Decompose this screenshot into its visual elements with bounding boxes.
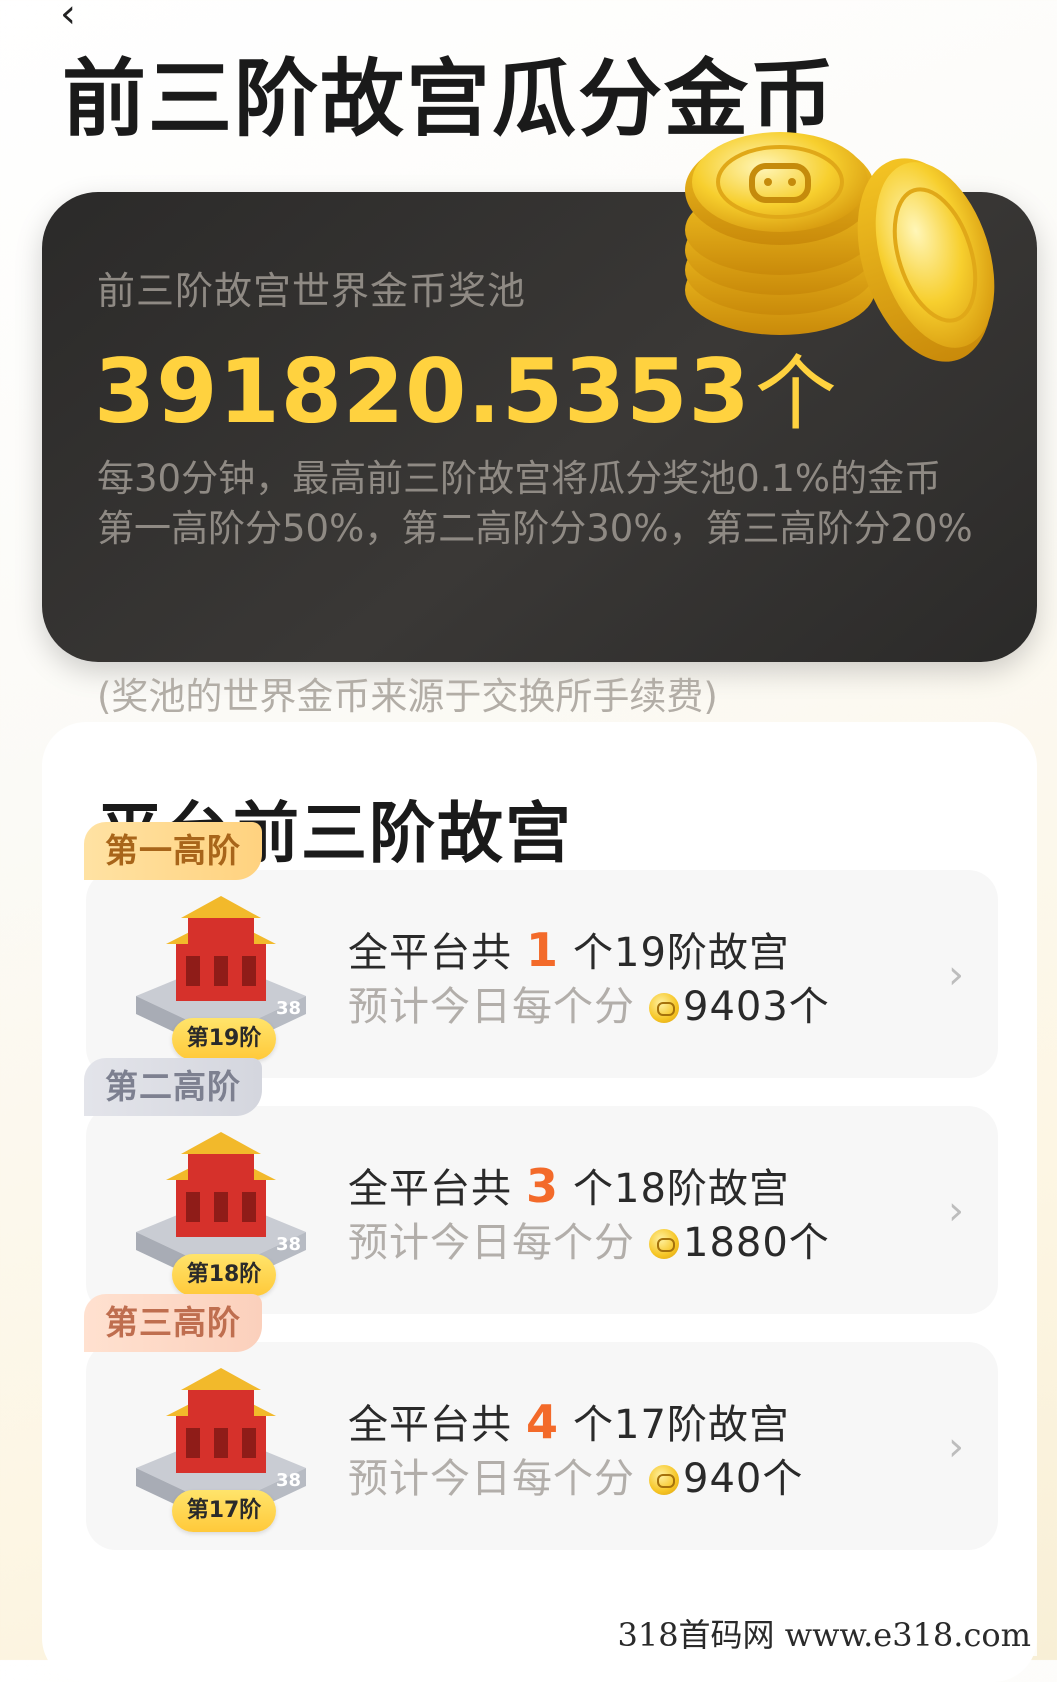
pool-desc-line1: 每30分钟，最高前三阶故宫将瓜分奖池0.1%的金币: [97, 457, 942, 500]
svg-text:38: 38: [276, 1234, 301, 1255]
rank-count: 4: [526, 1395, 560, 1449]
rank-tag: 第一高阶: [84, 822, 262, 880]
rank-summary: 全平台共 3 个18阶故宫: [348, 1156, 790, 1214]
pool-note: (奖池的世界金币来源于交换所手续费): [97, 675, 718, 718]
estimate-amount: 9403个: [683, 984, 830, 1030]
rank-estimate: 预计今日每个分 9403个: [348, 974, 830, 1032]
coin-icon: [649, 993, 679, 1023]
svg-text:38: 38: [276, 1470, 301, 1491]
svg-text:38: 38: [276, 998, 301, 1019]
estimate-label: 预计今日每个分: [348, 1220, 635, 1266]
level-badge: 第19阶: [172, 1018, 276, 1060]
estimate-amount: 1880个: [683, 1220, 830, 1266]
level-badge: 第17阶: [172, 1490, 276, 1532]
estimate-label: 预计今日每个分: [348, 984, 635, 1030]
estimate-amount: 940个: [683, 1456, 804, 1502]
rank-card-third[interactable]: 第三高阶 38 第17阶 全平台共 4 个17阶故宫 预计今日每个分 940个 ›: [84, 1294, 998, 1550]
chevron-right-icon: ›: [948, 1424, 964, 1470]
coin-stack-icon: [685, 132, 995, 362]
chevron-right-icon: ›: [948, 1188, 964, 1234]
rank-estimate: 预计今日每个分 1880个: [348, 1210, 830, 1268]
rank-summary: 全平台共 4 个17阶故宫: [348, 1392, 790, 1450]
pool-desc-line2: 第一高阶分50%，第二高阶分30%，第三高阶分20%: [97, 507, 973, 550]
rank-prefix: 全平台共: [348, 1402, 512, 1448]
rank-prefix: 全平台共: [348, 930, 512, 976]
rank-card-first[interactable]: 第一高阶 38 第19阶 全平台共 1 个19阶故宫 预计今日每个分 9403个 ›: [84, 822, 998, 1078]
rank-count: 3: [526, 1159, 560, 1213]
level-badge: 第18阶: [172, 1254, 276, 1296]
pool-description: 每30分钟，最高前三阶故宫将瓜分奖池0.1%的金币 第一高阶分50%，第二高阶分…: [97, 454, 977, 554]
rank-suffix: 个19阶故宫: [573, 930, 790, 976]
coin-icon: [649, 1229, 679, 1259]
chevron-right-icon: ›: [948, 952, 964, 998]
watermark: 318首码网 www.e318.com: [611, 1610, 1037, 1656]
rank-tag: 第三高阶: [84, 1294, 262, 1352]
rank-card-second[interactable]: 第二高阶 38 第18阶 全平台共 3 个18阶故宫 预计今日每个分 1880个 ›: [84, 1058, 998, 1314]
rank-suffix: 个18阶故宫: [573, 1166, 790, 1212]
coin-icon: [649, 1465, 679, 1495]
pool-label: 前三阶故宫世界金币奖池: [97, 269, 527, 313]
rank-estimate: 预计今日每个分 940个: [348, 1446, 803, 1504]
rank-count: 1: [526, 923, 560, 977]
rank-suffix: 个17阶故宫: [573, 1402, 790, 1448]
estimate-label: 预计今日每个分: [348, 1456, 635, 1502]
rank-prefix: 全平台共: [348, 1166, 512, 1212]
ranks-panel: 平台前三阶故宫 第一高阶 38 第19阶 全平台共 1 个19阶故宫 预计今日每个分…: [42, 722, 1037, 1682]
rank-tag: 第二高阶: [84, 1058, 262, 1116]
rank-summary: 全平台共 1 个19阶故宫: [348, 920, 790, 978]
back-button[interactable]: ‹: [60, 0, 100, 34]
pool-amount-value: 391820.5353: [94, 340, 751, 443]
